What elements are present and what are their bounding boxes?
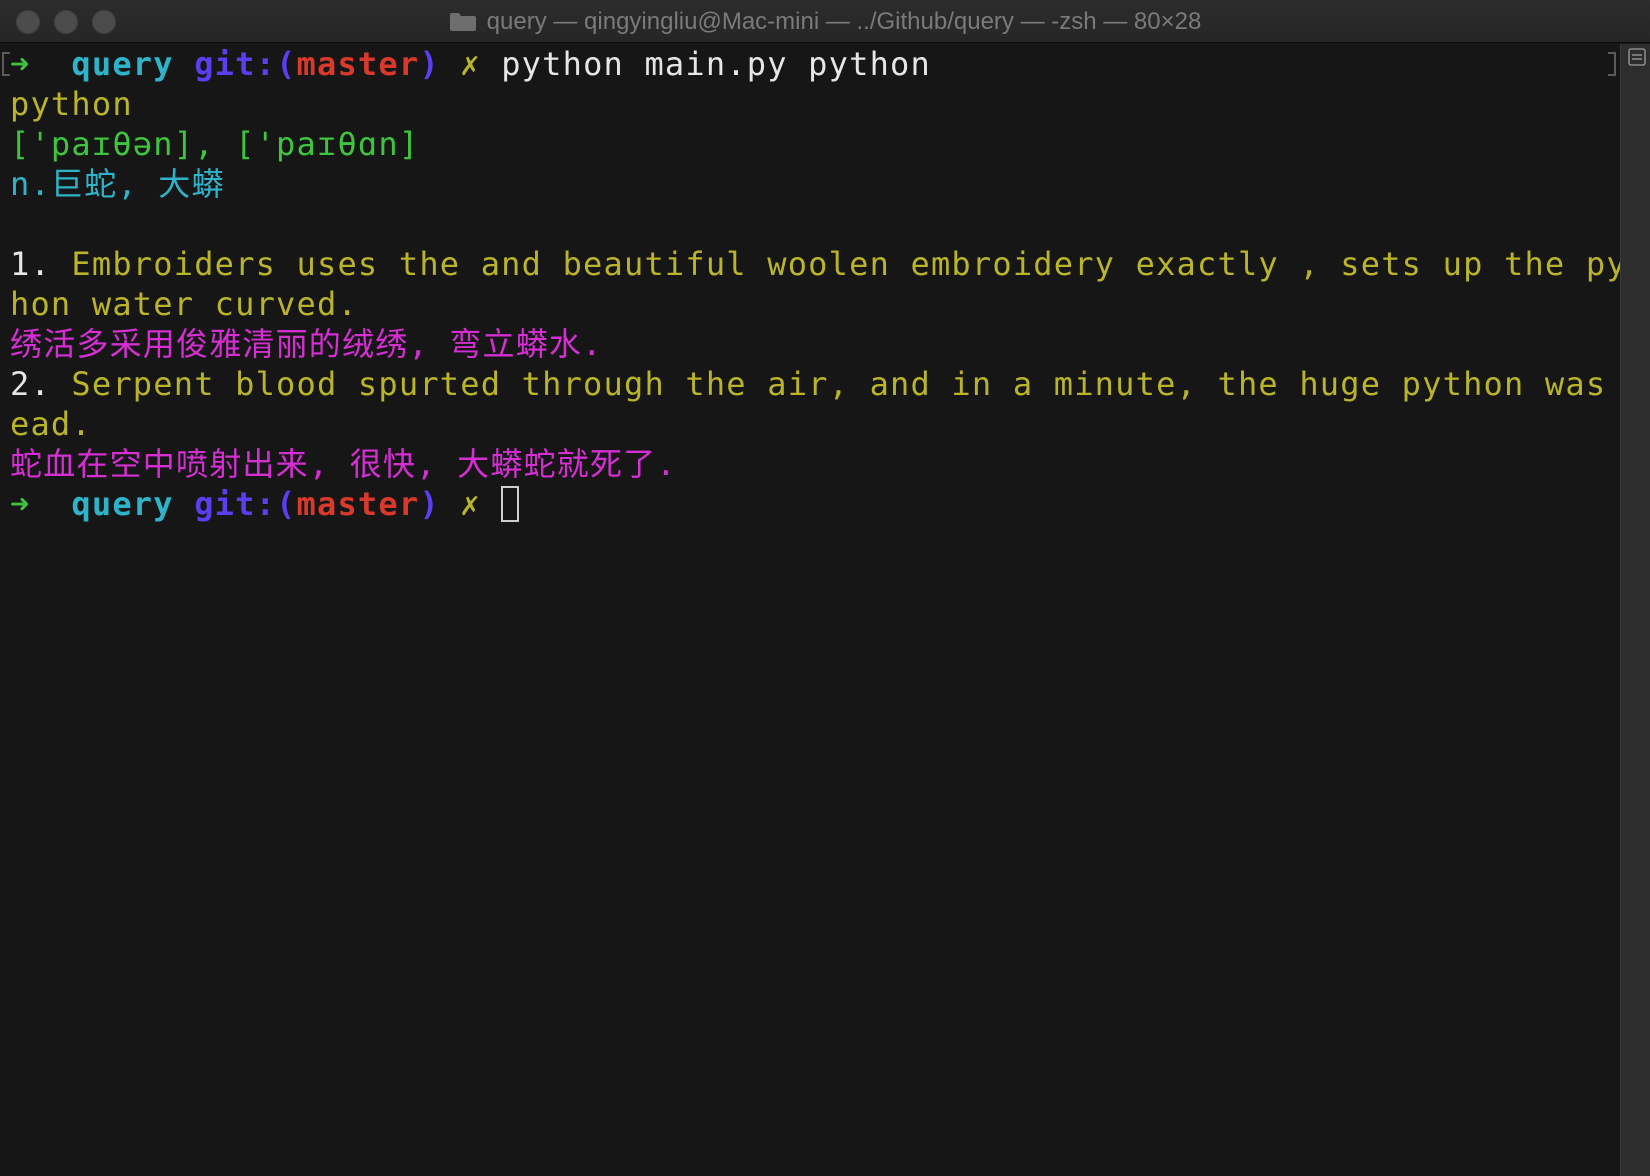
terminal-text-segment: 蛇血在空中喷射出来, 很快, 大蟒蛇就死了.: [10, 445, 677, 483]
window-title: query — qingyingliu@Mac-mini — ../Github…: [486, 7, 1202, 35]
terminal-text-segment: master: [296, 45, 420, 83]
terminal-text-segment: query: [71, 485, 195, 523]
mark-bracket-left: [2, 52, 10, 76]
terminal-line: ➜ query git:(master) ✗: [10, 484, 1615, 524]
terminal-text-segment: hon water curved.: [10, 285, 358, 323]
terminal-text-segment: ): [419, 485, 461, 523]
terminal-text-segment: n.巨蛇, 大蟒: [10, 165, 225, 203]
marks-icon[interactable]: [1628, 48, 1646, 66]
minimize-window-button[interactable]: [54, 10, 78, 34]
terminal-text-segment: ✗: [460, 45, 502, 83]
terminal-output[interactable]: ➜ query git:(master) ✗ python main.py py…: [10, 44, 1646, 1174]
terminal-text-segment: 绣活多采用俊雅清丽的绒绣, 弯立蟒水.: [10, 325, 603, 363]
terminal-text-segment: 2.: [10, 365, 72, 403]
terminal-text-segment: ead.: [10, 405, 92, 443]
close-window-button[interactable]: [16, 10, 40, 34]
terminal-line: ➜ query git:(master) ✗ python main.py py…: [10, 44, 1615, 84]
terminal-text-segment: Serpent blood spurted through the air, a…: [71, 365, 1648, 403]
terminal-line: 1. Embroiders uses the and beautiful woo…: [10, 244, 1646, 284]
terminal-line: 蛇血在空中喷射出来, 很快, 大蟒蛇就死了.: [10, 444, 1615, 484]
terminal-text-segment: Embroiders uses the and beautiful woolen…: [71, 245, 1648, 283]
terminal-text-segment: ✗: [460, 485, 502, 523]
terminal-line: hon water curved.: [10, 284, 1615, 324]
zoom-window-button[interactable]: [92, 10, 116, 34]
folder-icon: [449, 12, 476, 31]
terminal-text-segment: master: [296, 485, 420, 523]
terminal-text-segment: ➜: [10, 45, 72, 83]
text-cursor: [501, 486, 520, 522]
terminal-line: ead.: [10, 404, 1615, 444]
terminal-window: query — qingyingliu@Mac-mini — ../Github…: [0, 0, 1650, 1176]
terminal-text-segment: git:(: [194, 45, 297, 83]
title-bar[interactable]: query — qingyingliu@Mac-mini — ../Github…: [0, 0, 1650, 43]
terminal-line: 绣活多采用俊雅清丽的绒绣, 弯立蟒水.: [10, 324, 1615, 364]
terminal-text-segment: ): [419, 45, 461, 83]
terminal-text-segment: 1.: [10, 245, 72, 283]
terminal-line: python: [10, 84, 1615, 124]
terminal-text-segment: git:(: [194, 485, 297, 523]
terminal-text-segment: python: [10, 85, 133, 123]
terminal-line: ['paɪθən], ['paɪθɑn]: [10, 124, 1615, 164]
terminal-text-segment: python main.py python: [501, 45, 931, 83]
terminal-line: 2. Serpent blood spurted through the air…: [10, 364, 1646, 404]
scrollbar[interactable]: [1620, 44, 1650, 1176]
terminal-text-segment: query: [71, 45, 195, 83]
window-title-group: query — qingyingliu@Mac-mini — ../Github…: [0, 0, 1650, 43]
terminal-text-segment: ['paɪθən], ['paɪθɑn]: [10, 125, 420, 163]
terminal-line: n.巨蛇, 大蟒: [10, 164, 1615, 204]
terminal-text-segment: ➜: [10, 485, 72, 523]
